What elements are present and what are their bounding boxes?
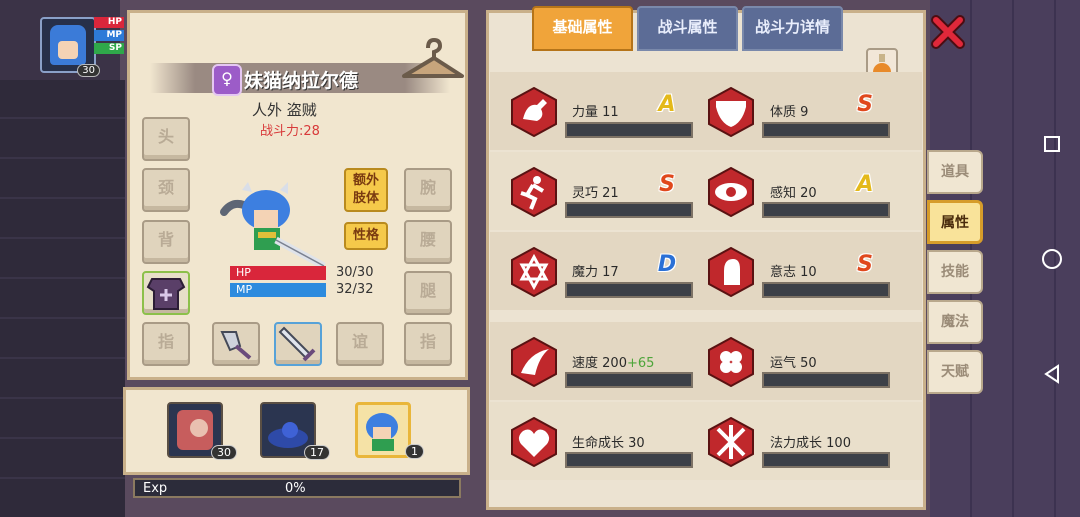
slot-arm[interactable]: 谊 [336, 322, 384, 366]
player-hp-bar: HP [94, 17, 124, 28]
slot-main-weapon[interactable] [274, 322, 322, 366]
combat-power: 战斗力:28 [260, 124, 320, 139]
home-nav-icon[interactable] [1040, 247, 1064, 271]
party-level: 17 [304, 445, 330, 460]
personality-button[interactable]: 性格 [344, 222, 388, 250]
attr-bar-perception [762, 202, 890, 218]
back-nav-icon[interactable] [1040, 362, 1064, 386]
side-tab-skills[interactable]: 技能 [927, 250, 983, 294]
grade-badge-perception: A [856, 172, 874, 197]
hp-bar: HP [230, 266, 326, 280]
character-name: 妹猫纳拉尔德 [244, 70, 359, 92]
slot-offhand-weapon[interactable] [212, 322, 260, 366]
exp-label: Exp [143, 481, 168, 496]
attr-magic: 魔力 17 [572, 265, 619, 280]
grade-badge-constitution: S [857, 92, 873, 117]
player-level: 30 [77, 64, 100, 77]
hp-growth-icon [511, 417, 557, 467]
attr-bar-constitution [762, 122, 890, 138]
attr-speed: 速度 200+65 [572, 356, 655, 371]
dungeon-floor [0, 80, 125, 517]
dexterity-icon [511, 167, 557, 217]
grade-badge-willpower: S [857, 252, 873, 277]
player-mp-bar: MP [94, 30, 124, 41]
party-level: 1 [405, 444, 424, 459]
wardrobe-hanger-icon[interactable] [400, 36, 466, 82]
grade-badge-strength: A [658, 92, 676, 117]
speed-bonus: +65 [626, 356, 655, 371]
hp-value: 30/30 [336, 265, 374, 280]
exp-bar: Exp 0% [133, 478, 461, 498]
player-avatar [50, 25, 86, 65]
slot-neck[interactable]: 颈 [142, 168, 190, 212]
player-portrait[interactable]: 30 [40, 17, 100, 77]
slot-waist[interactable]: 腰 [404, 220, 452, 264]
attr-dexterity: 灵巧 21 [572, 186, 619, 201]
slot-ring-left[interactable]: 指 [142, 322, 190, 366]
party-member-2[interactable]: 17 [260, 402, 330, 460]
slot-armor-equipped[interactable] [142, 271, 190, 315]
tab-power-details[interactable]: 战斗力详情 [742, 6, 843, 51]
slot-head[interactable]: 头 [142, 117, 190, 161]
sword-icon [278, 326, 316, 362]
close-icon[interactable] [930, 14, 966, 50]
extra-limbs-button[interactable]: 额外 肢体 [344, 168, 388, 212]
attr-mp-growth: 法力成长 100 [770, 436, 851, 451]
willpower-icon [708, 247, 754, 297]
slot-back[interactable]: 背 [142, 220, 190, 264]
party-member-3-selected[interactable]: 1 [355, 402, 424, 459]
mp-bar: MP [230, 283, 326, 297]
player-bars: HP MP SP [94, 17, 124, 56]
slot-wrist[interactable]: 腕 [404, 168, 452, 212]
attr-willpower: 意志 10 [770, 265, 817, 280]
attr-bar-luck [762, 372, 890, 388]
attr-bar-magic [565, 282, 693, 298]
attr-perception: 感知 20 [770, 186, 817, 201]
magic-icon [511, 247, 557, 297]
mp-growth-icon [708, 417, 754, 467]
exp-value: 0% [285, 481, 306, 496]
party-level: 30 [211, 445, 237, 460]
race-class: 人外 盗贼 [252, 101, 317, 119]
armor-icon [146, 278, 186, 310]
party-avatar [366, 413, 398, 451]
side-tab-magic[interactable]: 魔法 [927, 300, 983, 344]
gender-icon: ♀ [212, 64, 242, 96]
attr-bar-hp-growth [565, 452, 693, 468]
attr-hp-growth: 生命成长 30 [572, 436, 645, 451]
attr-bar-willpower [762, 282, 890, 298]
grade-badge-dexterity: S [659, 172, 675, 197]
attr-bar-speed [565, 372, 693, 388]
party-member-1[interactable]: 30 [167, 402, 237, 460]
perception-icon [708, 167, 754, 217]
attr-luck: 运气 50 [770, 356, 817, 371]
constitution-icon [708, 87, 754, 137]
luck-icon [708, 337, 754, 387]
player-sp-bar: SP [94, 43, 124, 54]
strength-icon [511, 87, 557, 137]
attr-strength: 力量 11 [572, 105, 619, 120]
side-tab-talents[interactable]: 天赋 [927, 350, 983, 394]
character-sprite [220, 182, 326, 270]
attr-bar-strength [565, 122, 693, 138]
tab-combat-attributes[interactable]: 战斗属性 [637, 6, 738, 51]
cleaver-icon [220, 331, 252, 360]
side-tab-items[interactable]: 道具 [927, 150, 983, 194]
recents-nav-icon[interactable] [1042, 134, 1062, 154]
slot-leg[interactable]: 腿 [404, 271, 452, 315]
tab-basic-attributes[interactable]: 基础属性 [532, 6, 633, 51]
side-tab-attributes[interactable]: 属性 [927, 200, 983, 244]
attr-bar-dexterity [565, 202, 693, 218]
attr-bar-mp-growth [762, 452, 890, 468]
attr-constitution: 体质 9 [770, 105, 809, 120]
grade-badge-magic: D [657, 252, 677, 277]
speed-icon [511, 337, 557, 387]
mp-value: 32/32 [336, 282, 374, 297]
slot-ring-right[interactable]: 指 [404, 322, 452, 366]
